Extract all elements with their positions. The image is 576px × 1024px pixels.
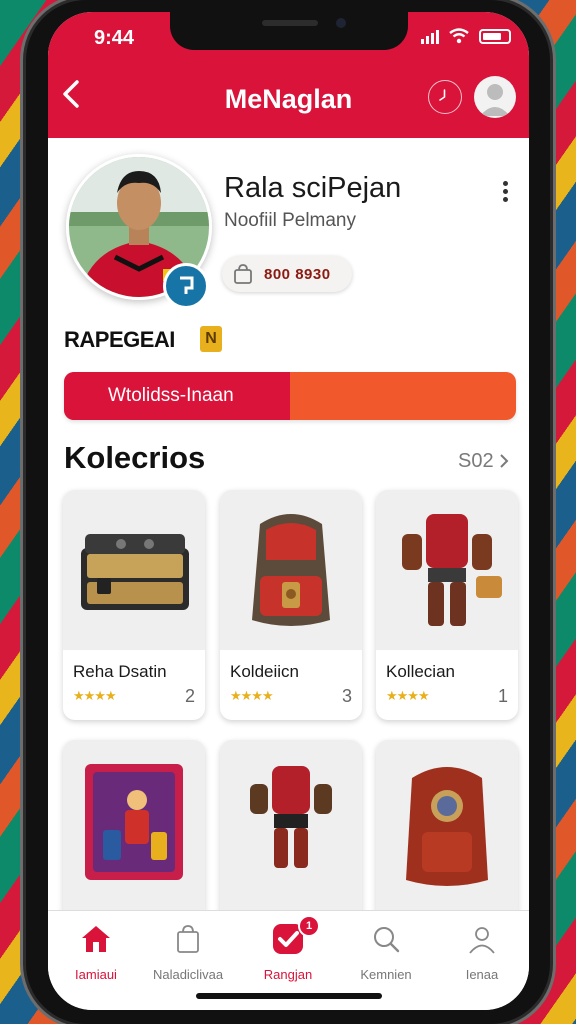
clock-icon	[439, 89, 446, 101]
profile-subtitle: Noofiil Pelmany	[224, 210, 356, 231]
home-indicator	[196, 993, 382, 999]
item-image-backpack	[220, 490, 362, 650]
rank-badge: N	[200, 326, 222, 352]
see-all-link[interactable]: S02	[458, 450, 509, 473]
history-button[interactable]	[428, 80, 462, 114]
status-icons	[421, 28, 511, 44]
nav-label: Naladiclivaa	[152, 967, 224, 982]
nav-search[interactable]: Kemnien	[340, 921, 432, 991]
card-count: 3	[341, 686, 352, 706]
see-all-label: S02	[458, 450, 494, 472]
star-rating: ★★★★	[73, 688, 117, 703]
nav-label: Rangjan	[263, 967, 313, 982]
rank-label: RAPEGEAI	[64, 327, 175, 352]
nav-home[interactable]: Iamiaui	[50, 921, 142, 991]
card-title: Kollecian	[386, 662, 455, 681]
nav-collections[interactable]: Naladiclivaa	[142, 921, 234, 991]
card-title: Reha Dsatin	[73, 662, 167, 681]
collections-title: Kolecrios	[64, 440, 206, 475]
star-rating: ★★★★	[386, 688, 430, 703]
item-image-armor	[376, 490, 518, 650]
profile-name: Rala sciPejan	[224, 172, 402, 204]
card-title: Koldeiicn	[230, 662, 299, 681]
collection-card[interactable]: Kollecian ★★★★ 1	[376, 490, 518, 720]
flag-icon	[180, 276, 194, 294]
card-count: 1	[497, 686, 508, 706]
collection-card[interactable]: Reha Dsatin ★★★★ 2	[63, 490, 205, 720]
bag-icon	[234, 264, 252, 284]
chevron-right-icon	[500, 454, 509, 468]
nav-label: Ienaa	[465, 967, 499, 982]
battery-icon	[479, 28, 511, 44]
progress-label: Wtolidss-Inaan	[108, 385, 234, 406]
more-options-button[interactable]	[498, 178, 512, 208]
nav-profile[interactable]: Ienaa	[436, 921, 528, 991]
notch	[170, 12, 408, 50]
collection-card[interactable]: Koldeiicn ★★★★ 3	[220, 490, 362, 720]
user-icon	[480, 84, 510, 116]
nav-label: Kemnien	[360, 967, 412, 982]
item-image-chest	[63, 490, 205, 650]
verified-badge	[163, 263, 209, 309]
app-screen: 9:44 MeNaglan Rala sciPejan Noofiil Pelm…	[48, 12, 529, 1010]
home-icon	[82, 926, 110, 952]
card-count: 2	[184, 686, 195, 706]
star-rating: ★★★★	[230, 688, 274, 703]
bag-icon	[177, 925, 199, 953]
search-icon	[374, 927, 400, 953]
coins-value: 800 8930	[264, 265, 331, 283]
wifi-icon	[449, 28, 469, 44]
camera-icon	[336, 18, 346, 28]
nav-tasks[interactable]: 1 Rangjan	[242, 915, 334, 991]
nav-label: Iamiaui	[75, 967, 117, 982]
avatar[interactable]	[474, 76, 516, 118]
progress-bar: Wtolidss-Inaan	[64, 372, 516, 420]
speaker	[262, 20, 318, 26]
signal-icon	[421, 28, 439, 44]
user-icon	[469, 927, 495, 954]
status-time: 9:44	[94, 27, 135, 49]
coins-pill[interactable]: 800 8930	[222, 256, 352, 292]
header-bar: 9:44 MeNaglan	[48, 12, 529, 138]
notification-badge: 1	[298, 915, 320, 937]
